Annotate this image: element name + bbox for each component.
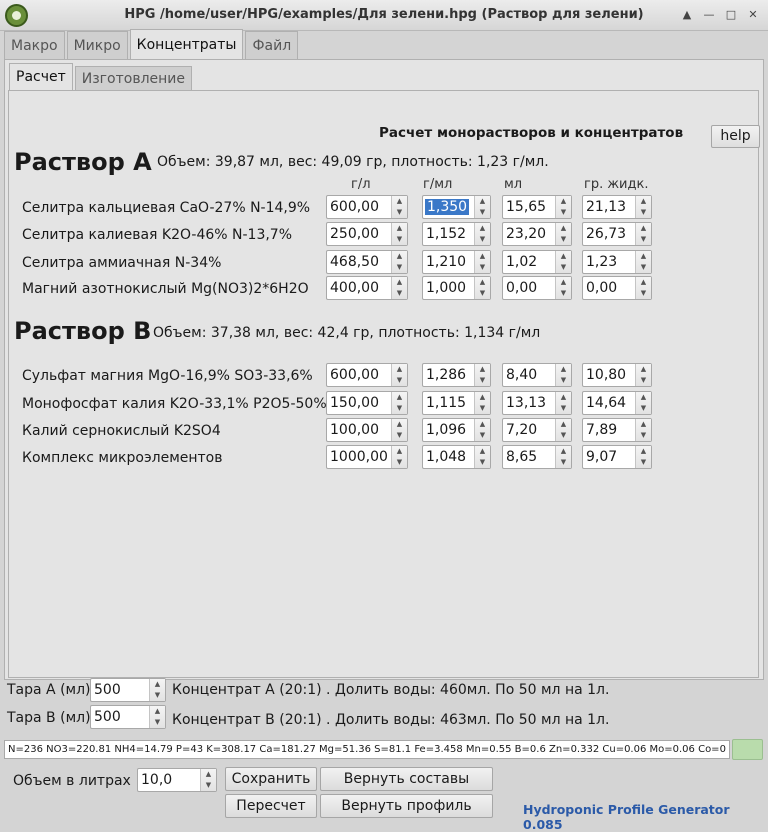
- close-icon[interactable]: ✕: [746, 8, 760, 22]
- tare-b-spinbox[interactable]: 500 ▲ ▼: [90, 705, 166, 729]
- volume-spinbox[interactable]: 10,0 ▲ ▼: [137, 768, 217, 792]
- gml-spinbox[interactable]: 1,000 ▲ ▼: [422, 276, 491, 300]
- solution-b-title: Раствор B: [14, 317, 152, 345]
- element-summary-field[interactable]: N=236 NO3=220.81 NH4=14.79 P=43 K=308.17…: [4, 740, 730, 759]
- restore-compositions-button[interactable]: Вернуть составы: [320, 767, 493, 791]
- ml-spinbox[interactable]: 8,65 ▲ ▼: [502, 445, 572, 469]
- restore-profile-button[interactable]: Вернуть профиль: [320, 794, 493, 818]
- gl-spinbox[interactable]: 600,00 ▲ ▼: [326, 363, 408, 387]
- row-label: Монофосфат калия K2O-33,1% P2O5-50%: [22, 396, 327, 412]
- gr-spinbox[interactable]: 9,07 ▲ ▼: [582, 445, 652, 469]
- gr-spinbox[interactable]: 26,73 ▲ ▼: [582, 222, 652, 246]
- status-indicator: [732, 739, 763, 760]
- gl-spinbox[interactable]: 1000,00 ▲ ▼: [326, 445, 408, 469]
- tab-concentrates[interactable]: Концентраты: [129, 29, 244, 59]
- gl-spinbox[interactable]: 100,00 ▲ ▼: [326, 418, 408, 442]
- calculation-panel: Расчет монорастворов и концентратов help…: [8, 90, 760, 678]
- ml-spinbox[interactable]: 23,20 ▲ ▼: [502, 222, 572, 246]
- row-label: Селитра калиевая K2O-46% N-13,7%: [22, 227, 293, 243]
- gr-spinbox[interactable]: 0,00 ▲ ▼: [582, 276, 652, 300]
- keep-above-icon[interactable]: ▲: [680, 8, 694, 22]
- gr-spinbox[interactable]: 14,64 ▲ ▼: [582, 391, 652, 415]
- row-label: Селитра аммиачная N-34%: [22, 255, 222, 271]
- tab-calculation[interactable]: Расчет: [9, 63, 73, 90]
- brand-label: Hydroponic Profile Generator 0.085: [523, 802, 730, 832]
- row-label: Магний азотнокислый Mg(NO3)2*6H2O: [22, 281, 309, 297]
- gml-spinbox[interactable]: 1,048 ▲ ▼: [422, 445, 491, 469]
- column-header-gr-liquid: гр. жидк.: [584, 177, 649, 192]
- row-label: Комплекс микроэлементов: [22, 450, 223, 466]
- maximize-icon[interactable]: □: [724, 8, 738, 22]
- gl-spinbox[interactable]: 150,00 ▲ ▼: [326, 391, 408, 415]
- gl-spinbox[interactable]: 468,50 ▲ ▼: [326, 250, 408, 274]
- tab-preparation[interactable]: Изготовление: [74, 66, 193, 90]
- row-label: Калий сернокислый K2SO4: [22, 423, 221, 439]
- gml-spinbox[interactable]: 1,115 ▲ ▼: [422, 391, 491, 415]
- solution-a-title: Раствор A: [14, 148, 152, 176]
- section-title: Расчет монорастворов и концентратов: [379, 125, 684, 141]
- main-tabs: Макро Микро Концентраты Файл: [4, 29, 300, 59]
- gml-spinbox[interactable]: 1,152 ▲ ▼: [422, 222, 491, 246]
- gr-spinbox[interactable]: 7,89 ▲ ▼: [582, 418, 652, 442]
- help-button[interactable]: help: [711, 125, 760, 148]
- row-label: Сульфат магния MgO-16,9% SO3-33,6%: [22, 368, 313, 384]
- ml-spinbox[interactable]: 0,00 ▲ ▼: [502, 276, 572, 300]
- save-button[interactable]: Сохранить: [225, 767, 317, 791]
- window-title: HPG /home/user/HPG/examples/Для зелени.h…: [124, 7, 644, 22]
- column-header-ml: мл: [504, 177, 523, 192]
- ml-spinbox[interactable]: 7,20 ▲ ▼: [502, 418, 572, 442]
- gr-spinbox[interactable]: 10,80 ▲ ▼: [582, 363, 652, 387]
- column-header-g-per-l: г/л: [351, 177, 371, 192]
- solution-b-info: Объем: 37,38 мл, вес: 42,4 гр, плотность…: [153, 325, 541, 341]
- tare-b-note: Концентрат B (20:1) . Долить воды: 463мл…: [172, 712, 610, 728]
- tare-a-label: Тара A (мл): [7, 682, 91, 698]
- minimize-icon[interactable]: —: [702, 8, 716, 22]
- solution-a-info: Объем: 39,87 мл, вес: 49,09 гр, плотност…: [157, 154, 549, 170]
- gl-spinbox[interactable]: 400,00 ▲ ▼: [326, 276, 408, 300]
- recalculate-button[interactable]: Пересчет: [225, 794, 317, 818]
- ml-spinbox[interactable]: 13,13 ▲ ▼: [502, 391, 572, 415]
- tare-a-spinbox[interactable]: 500 ▲ ▼: [90, 678, 166, 702]
- gml-spinbox[interactable]: 1,210 ▲ ▼: [422, 250, 491, 274]
- column-header-g-per-ml: г/мл: [423, 177, 453, 192]
- gml-spinbox[interactable]: 1,350 ▲ ▼: [422, 195, 491, 219]
- tab-micro[interactable]: Микро: [66, 31, 128, 59]
- title-bar: HPG /home/user/HPG/examples/Для зелени.h…: [0, 0, 768, 31]
- tare-b-label: Тара B (мл): [7, 710, 91, 726]
- sub-tabs: Расчет Изготовление: [9, 63, 194, 90]
- gl-spinbox[interactable]: 600,00 ▲ ▼: [326, 195, 408, 219]
- ml-spinbox[interactable]: 8,40 ▲ ▼: [502, 363, 572, 387]
- tab-file[interactable]: Файл: [245, 31, 299, 59]
- main-panel: Расчет Изготовление Расчет монорастворов…: [4, 59, 764, 680]
- ml-spinbox[interactable]: 1,02 ▲ ▼: [502, 250, 572, 274]
- tab-macro[interactable]: Макро: [4, 31, 65, 59]
- ml-spinbox[interactable]: 15,65 ▲ ▼: [502, 195, 572, 219]
- gl-spinbox[interactable]: 250,00 ▲ ▼: [326, 222, 408, 246]
- gr-spinbox[interactable]: 21,13 ▲ ▼: [582, 195, 652, 219]
- volume-label: Объем в литрах: [13, 773, 131, 789]
- gml-spinbox[interactable]: 1,096 ▲ ▼: [422, 418, 491, 442]
- tare-a-note: Концентрат A (20:1) . Долить воды: 460мл…: [172, 682, 610, 698]
- gr-spinbox[interactable]: 1,23 ▲ ▼: [582, 250, 652, 274]
- row-label: Селитра кальциевая CaO-27% N-14,9%: [22, 200, 311, 216]
- gml-spinbox[interactable]: 1,286 ▲ ▼: [422, 363, 491, 387]
